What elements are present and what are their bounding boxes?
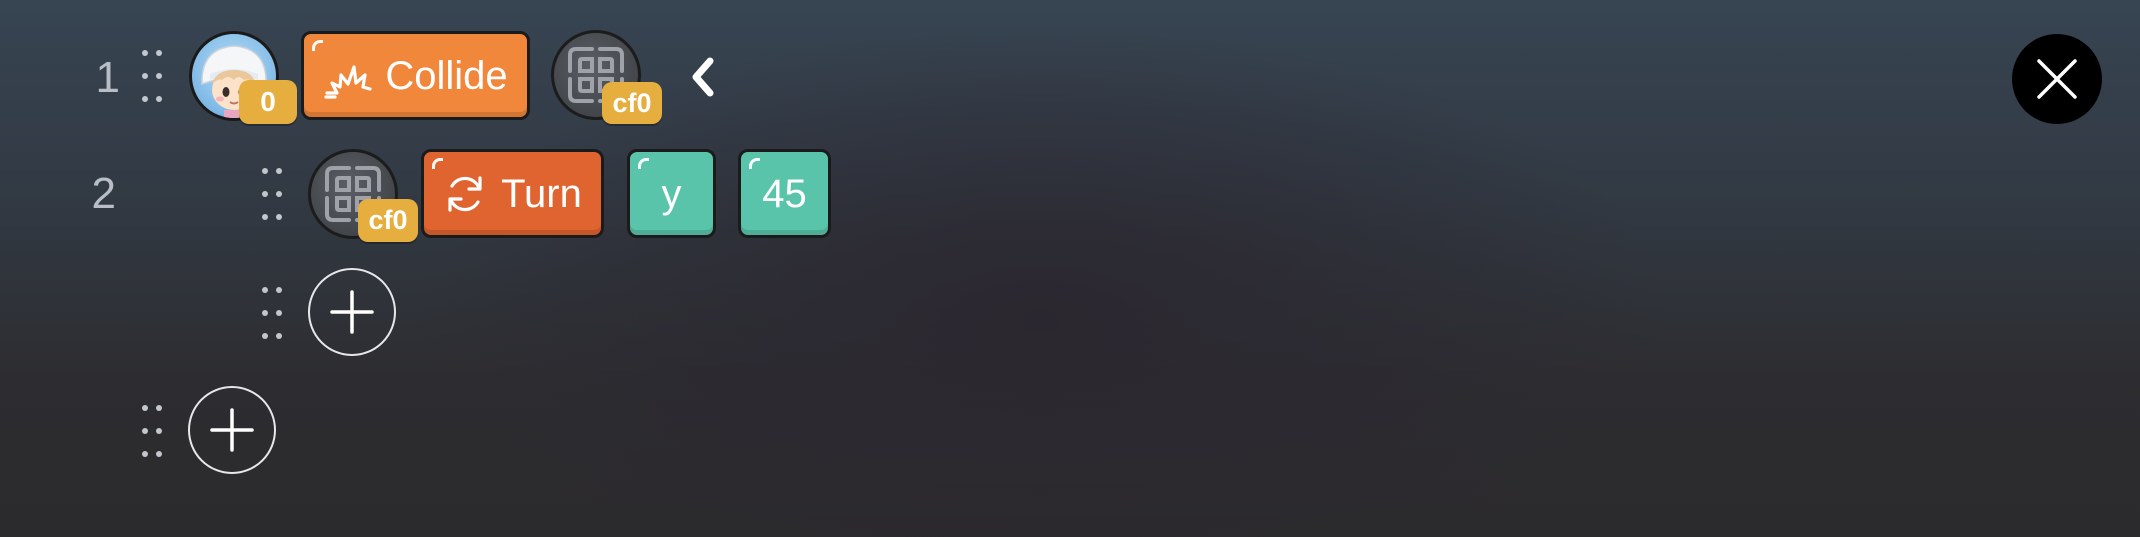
close-icon: [2037, 59, 2077, 99]
collide-event-block[interactable]: Collide: [301, 31, 530, 120]
block-shine: [749, 158, 760, 169]
line-number-2: 2: [91, 169, 116, 218]
axis-param-block[interactable]: y: [627, 149, 716, 238]
block-shine: [432, 158, 443, 169]
drag-handle-row-1[interactable]: [142, 50, 164, 102]
turn-action-block[interactable]: Turn: [421, 149, 604, 238]
axis-param-value: y: [661, 171, 682, 216]
drag-handle-row-2[interactable]: [262, 168, 284, 220]
block-shine: [638, 158, 649, 169]
drag-handle-add-action[interactable]: [262, 287, 284, 339]
target-badge-row-2: cf0: [358, 199, 418, 242]
line-number-1: 1: [95, 53, 120, 102]
add-action-button[interactable]: [308, 268, 396, 356]
drag-handle-add-rule[interactable]: [142, 405, 164, 457]
plus-icon: [330, 290, 374, 334]
plus-icon: [210, 408, 254, 452]
rotate-icon: [448, 175, 482, 212]
chevron-left-icon[interactable]: [686, 55, 720, 99]
actor-index-badge: 0: [239, 80, 297, 124]
close-button[interactable]: [2012, 34, 2102, 124]
target-badge-row-1: cf0: [602, 82, 662, 124]
add-rule-button[interactable]: [188, 386, 276, 474]
angle-param-block[interactable]: 45: [738, 149, 831, 238]
collision-burst-icon: [324, 64, 372, 99]
angle-param-value: 45: [762, 171, 807, 216]
block-shine: [312, 40, 323, 51]
collide-label: Collide: [385, 53, 508, 98]
turn-label: Turn: [501, 171, 582, 216]
